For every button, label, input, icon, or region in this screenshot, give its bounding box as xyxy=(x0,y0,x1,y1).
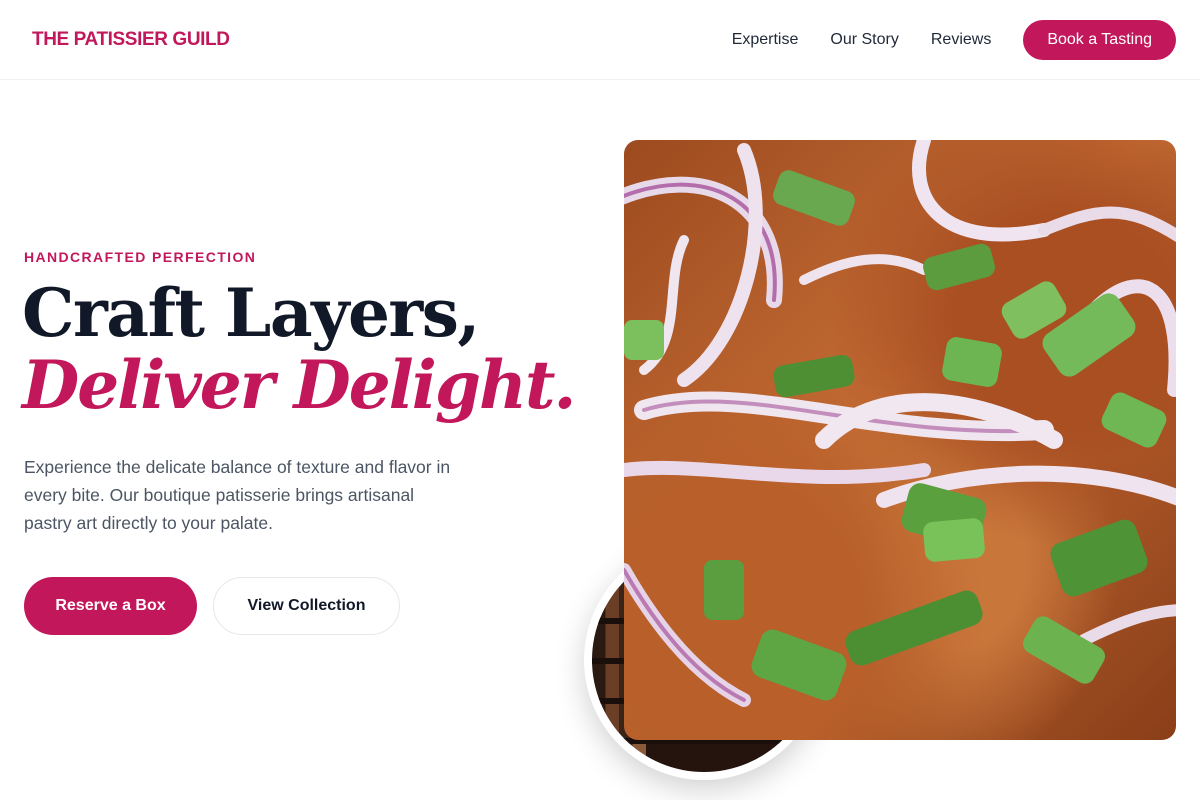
brand-logo[interactable]: THE PATISSIER GUILD xyxy=(32,29,230,51)
hero-eyebrow: HANDCRAFTED PERFECTION xyxy=(24,249,257,265)
main-nav: Expertise Our Story Reviews Book a Tasti… xyxy=(732,20,1176,60)
reserve-box-button[interactable]: Reserve a Box xyxy=(24,577,197,635)
hero-headline-line2: Deliver Delight. xyxy=(22,346,576,424)
nav-link-expertise[interactable]: Expertise xyxy=(732,31,799,49)
nav-link-our-story[interactable]: Our Story xyxy=(830,31,898,49)
nav-link-reviews[interactable]: Reviews xyxy=(931,31,991,49)
book-tasting-button[interactable]: Book a Tasting xyxy=(1023,20,1176,60)
hero-headline-line1: Craft Layers, xyxy=(22,274,480,352)
view-collection-button[interactable]: View Collection xyxy=(213,577,400,635)
hero-description: Experience the delicate balance of textu… xyxy=(24,457,451,533)
site-header: THE PATISSIER GUILD Expertise Our Story … xyxy=(0,0,1200,80)
hero-food-photo xyxy=(624,140,1176,740)
onion-scallion-topping xyxy=(624,140,1176,707)
